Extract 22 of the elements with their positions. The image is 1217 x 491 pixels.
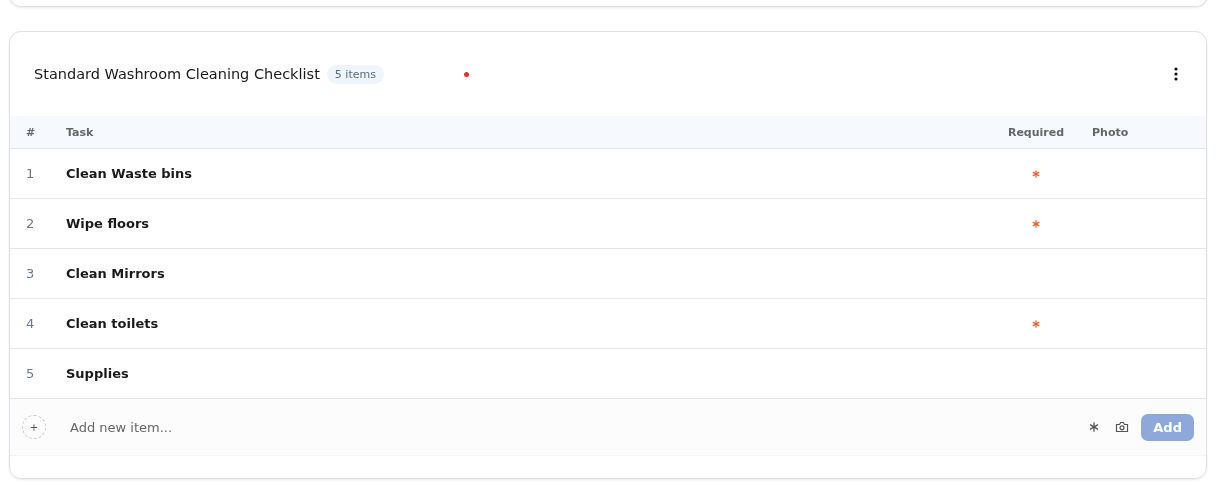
row-number: 1: [25, 166, 36, 181]
column-header: Photo: [1091, 125, 1130, 139]
new-item-field[interactable]: Add new item...: [68, 418, 1078, 436]
asterisk-icon: [1089, 422, 1100, 432]
column-header: Task: [66, 125, 95, 139]
task-name: Supplies: [66, 366, 130, 381]
add-button[interactable]: Add: [1141, 413, 1194, 441]
task-name: Clean Waste bins: [66, 166, 194, 181]
status-dot-icon: [463, 71, 469, 77]
column-header: #: [25, 125, 37, 139]
row-number: 4: [25, 316, 36, 331]
row-number: 2: [25, 216, 36, 231]
row-number: 3: [25, 266, 36, 281]
checklist-title: Standard Washroom Cleaning Checklist: [34, 66, 320, 82]
item-count-badge: 5 items: [326, 64, 384, 84]
row-number: 5: [25, 366, 36, 381]
column-header: Required: [1006, 125, 1066, 139]
more-icon: [1174, 67, 1178, 81]
camera-icon: [1115, 421, 1130, 433]
task-name: Clean toilets: [66, 316, 160, 331]
task-name: Wipe floors: [66, 216, 151, 231]
task-name: Clean Mirrors: [66, 266, 166, 281]
